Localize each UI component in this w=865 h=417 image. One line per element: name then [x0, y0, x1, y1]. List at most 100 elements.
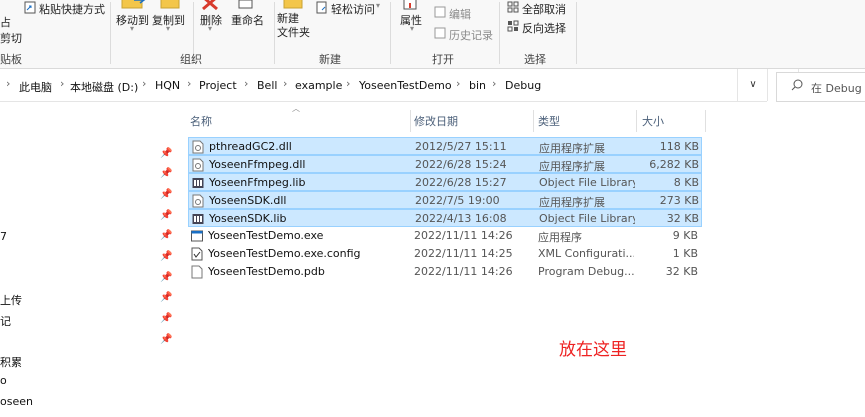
ribbon: 粘贴快捷方式 占 剪切 贴板 移动到 ▾ 复制到 ▾ 删除 ▾ 重命名 组织 新…	[0, 0, 865, 69]
file-modified-date: 2022/7/5 19:00	[415, 194, 500, 207]
file-type: Program Debug...	[538, 265, 634, 278]
clipboard-partial-label[interactable]: 占	[0, 14, 11, 30]
lib-icon	[192, 212, 204, 226]
exe-icon	[191, 229, 203, 243]
history-icon	[434, 27, 446, 42]
pin-icon[interactable]: 📌	[160, 210, 172, 221]
breadcrumb-separator: ›	[244, 77, 249, 90]
nav-item[interactable]: o	[0, 374, 7, 387]
cut-button[interactable]: 剪切	[0, 30, 22, 46]
column-header-size[interactable]: 大小	[642, 113, 664, 133]
move-to-dropdown-icon[interactable]: ▾	[130, 24, 134, 33]
file-name: YoseenTestDemo.exe.config	[208, 247, 361, 260]
history-button[interactable]: 历史记录	[449, 27, 493, 43]
pin-icon[interactable]: 📌	[160, 168, 172, 179]
file-row[interactable]: YoseenSDK.lib 2022/4/13 16:08 Object File …	[188, 209, 702, 227]
pin-icon[interactable]: 📌	[160, 148, 172, 159]
pin-icon[interactable]: 📌	[160, 251, 172, 262]
breadcrumb-hqn[interactable]: HQN	[155, 79, 180, 92]
search-box[interactable]: 在 Debug 中	[776, 72, 865, 102]
file-row[interactable]: YoseenFfmpeg.dll 2022/6/28 15:24 应用程序扩展 6,2…	[188, 155, 702, 173]
breadcrumb-debug[interactable]: Debug	[505, 79, 541, 92]
new-folder-button[interactable]: 新建 文件夹	[277, 12, 310, 40]
breadcrumb-example[interactable]: example	[295, 79, 342, 92]
open-group-label: 打开	[432, 53, 454, 66]
file-modified-date: 2022/11/11 14:26	[414, 265, 513, 278]
pin-icon[interactable]: 📌	[160, 189, 172, 200]
properties-dropdown-icon[interactable]: ▾	[410, 24, 414, 33]
file-size: 6,282 KB	[649, 158, 699, 171]
file-name: YoseenSDK.lib	[209, 212, 287, 225]
organize-group-label: 组织	[180, 53, 202, 66]
nav-item[interactable]: 7	[0, 230, 7, 243]
pin-icon[interactable]: 📌	[160, 230, 172, 241]
breadcrumb-separator: ›	[6, 77, 11, 90]
select-all-icon	[507, 1, 519, 16]
pin-icon[interactable]: 📌	[160, 313, 172, 324]
nav-item[interactable]: 上传	[0, 292, 22, 308]
invert-selection-icon	[507, 20, 519, 35]
file-modified-date: 2022/6/28 15:24	[415, 158, 507, 171]
file-row[interactable]: YoseenSDK.dll 2022/7/5 19:00 应用程序扩展 273 KB	[188, 191, 702, 209]
nav-item[interactable]: oseen	[0, 395, 33, 408]
breadcrumb-bell[interactable]: Bell	[257, 79, 277, 92]
breadcrumb-yoseentestdemo[interactable]: YoseenTestDemo	[359, 79, 452, 92]
file-row[interactable]: YoseenTestDemo.exe 2022/11/11 14:26 应用程序 9 …	[188, 227, 702, 245]
file-size: 1 KB	[672, 247, 698, 260]
search-icon	[791, 79, 803, 94]
breadcrumb-separator: ›	[187, 77, 192, 90]
file-name: YoseenFfmpeg.dll	[209, 158, 306, 171]
file-name: pthreadGC2.dll	[209, 140, 292, 153]
navigation-pane	[0, 102, 176, 417]
pin-icon[interactable]: 📌	[160, 292, 172, 303]
file-row[interactable]: YoseenTestDemo.pdb 2022/11/11 14:26 Progra…	[188, 263, 702, 281]
breadcrumb-separator: ›	[346, 77, 351, 90]
edit-button[interactable]: 编辑	[449, 6, 471, 22]
rename-button[interactable]: 重命名	[231, 12, 264, 28]
pin-icon[interactable]: 📌	[160, 334, 172, 345]
paste-shortcut-button[interactable]: 粘贴快捷方式	[39, 1, 105, 17]
column-header-type[interactable]: 类型	[538, 113, 560, 133]
breadcrumb-this-pc[interactable]: 此电脑	[19, 79, 52, 95]
breadcrumb-separator: ›	[456, 77, 461, 90]
file-size: 8 KB	[673, 176, 699, 189]
breadcrumb-drive-d[interactable]: 本地磁盘 (D:)	[70, 79, 138, 95]
nav-item[interactable]: 积累	[0, 354, 22, 370]
select-group-label: 选择	[524, 53, 546, 66]
lib-icon	[192, 176, 204, 190]
breadcrumb-separator: ›	[60, 77, 65, 90]
pin-icon[interactable]: 📌	[160, 272, 172, 283]
clipboard-group-label: 贴板	[0, 53, 22, 66]
column-header-date[interactable]: 修改日期	[414, 113, 458, 133]
file-name: YoseenTestDemo.exe	[208, 229, 324, 242]
copy-to-dropdown-icon[interactable]: ▾	[166, 24, 170, 33]
column-header-name[interactable]: 名称	[190, 113, 212, 133]
sort-ascending-icon: ︿	[292, 104, 300, 113]
nav-item[interactable]: 记	[0, 313, 11, 329]
file-row[interactable]: YoseenFfmpeg.lib 2022/6/28 15:27 Object Fi…	[188, 173, 702, 191]
address-bar[interactable]: › 此电脑 › 本地磁盘 (D:) › HQN › Project › Bell…	[0, 69, 767, 102]
breadcrumb-project[interactable]: Project	[199, 79, 237, 92]
new-group-label: 新建	[319, 53, 341, 66]
file-type: 应用程序	[538, 231, 582, 244]
easy-access-icon	[316, 1, 328, 17]
file-modified-date: 2022/11/11 14:26	[414, 229, 513, 242]
file-type: 应用程序扩展	[539, 160, 605, 173]
file-name: YoseenFfmpeg.lib	[209, 176, 306, 189]
file-row[interactable]: YoseenTestDemo.exe.config 2022/11/11 14:2…	[188, 245, 702, 263]
breadcrumb-bin[interactable]: bin	[469, 79, 486, 92]
easy-access-dropdown-icon[interactable]: ▾	[376, 1, 380, 10]
file-size: 9 KB	[672, 229, 698, 242]
select-all-button[interactable]: 全部取消	[522, 1, 566, 17]
invert-selection-button[interactable]: 反向选择	[522, 20, 566, 36]
breadcrumb-separator: ›	[492, 77, 497, 90]
file-row[interactable]: pthreadGC2.dll 2012/5/27 15:11 应用程序扩展 118 K…	[188, 137, 702, 155]
address-history-dropdown-icon[interactable]: ∨	[737, 69, 768, 101]
easy-access-button[interactable]: 轻松访问	[331, 1, 375, 17]
file-modified-date: 2012/5/27 15:11	[415, 140, 507, 153]
edit-icon	[434, 6, 446, 21]
delete-dropdown-icon[interactable]: ▾	[208, 24, 212, 33]
config-icon	[191, 247, 203, 261]
file-type: Object File Library	[539, 212, 635, 225]
search-input[interactable]: 在 Debug 中	[811, 80, 865, 96]
